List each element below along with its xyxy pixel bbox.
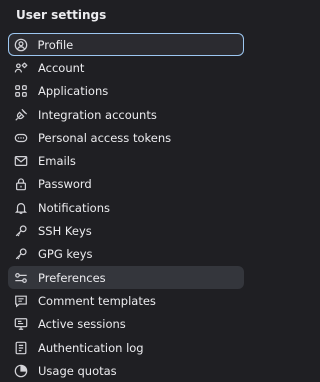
nav-item-label: Comment templates bbox=[38, 293, 156, 308]
applications-icon bbox=[14, 84, 28, 98]
profile-icon bbox=[14, 38, 28, 52]
nav-item-label: GPG keys bbox=[38, 247, 93, 262]
nav-item-preferences[interactable]: Preferences bbox=[8, 265, 244, 290]
nav-item-label: Password bbox=[38, 177, 92, 192]
settings-nav: Profile Account Applications Integration… bbox=[8, 33, 244, 382]
nav-item-label: Emails bbox=[38, 154, 76, 169]
integration-icon bbox=[14, 108, 28, 122]
nav-item-personal-access-tokens[interactable]: Personal access tokens bbox=[8, 126, 244, 149]
lock-icon bbox=[14, 177, 28, 191]
nav-item-integration-accounts[interactable]: Integration accounts bbox=[8, 103, 244, 126]
nav-item-authentication-log[interactable]: Authentication log bbox=[8, 336, 244, 359]
bell-icon bbox=[14, 201, 28, 215]
nav-item-applications[interactable]: Applications bbox=[8, 80, 244, 103]
nav-item-ssh-keys[interactable]: SSH Keys bbox=[8, 219, 244, 242]
nav-item-label: Active sessions bbox=[38, 317, 126, 332]
mail-icon bbox=[14, 154, 28, 168]
nav-item-notifications[interactable]: Notifications bbox=[8, 196, 244, 219]
key-icon bbox=[14, 247, 28, 261]
nav-item-gpg-keys[interactable]: GPG keys bbox=[8, 243, 244, 266]
token-icon bbox=[14, 131, 28, 145]
log-icon bbox=[14, 341, 28, 355]
nav-item-label: Account bbox=[38, 60, 85, 75]
preferences-icon bbox=[14, 271, 28, 285]
nav-item-label: Integration accounts bbox=[38, 107, 157, 122]
nav-item-label: Personal access tokens bbox=[38, 130, 172, 145]
user-settings-sidebar: User settings Profile Account Applicatio… bbox=[0, 0, 244, 378]
nav-item-emails[interactable]: Emails bbox=[8, 149, 244, 172]
nav-item-label: Notifications bbox=[38, 200, 110, 215]
nav-item-label: Authentication log bbox=[38, 340, 144, 355]
nav-item-comment-templates[interactable]: Comment templates bbox=[8, 289, 244, 312]
key-icon bbox=[14, 224, 28, 238]
account-icon bbox=[14, 61, 28, 75]
monitor-icon bbox=[14, 317, 28, 331]
comment-icon bbox=[14, 294, 28, 308]
nav-item-label: SSH Keys bbox=[38, 224, 92, 239]
nav-item-label: Preferences bbox=[38, 270, 106, 285]
quota-icon bbox=[14, 364, 28, 378]
nav-item-label: Applications bbox=[38, 84, 109, 99]
nav-item-password[interactable]: Password bbox=[8, 173, 244, 196]
nav-item-label: Usage quotas bbox=[38, 363, 117, 378]
sidebar-header: User settings bbox=[16, 8, 107, 22]
nav-item-profile[interactable]: Profile bbox=[8, 33, 244, 57]
nav-item-active-sessions[interactable]: Active sessions bbox=[8, 313, 244, 336]
nav-item-usage-quotas[interactable]: Usage quotas bbox=[8, 359, 244, 382]
nav-item-account[interactable]: Account bbox=[8, 56, 244, 79]
nav-item-label: Profile bbox=[37, 37, 74, 52]
